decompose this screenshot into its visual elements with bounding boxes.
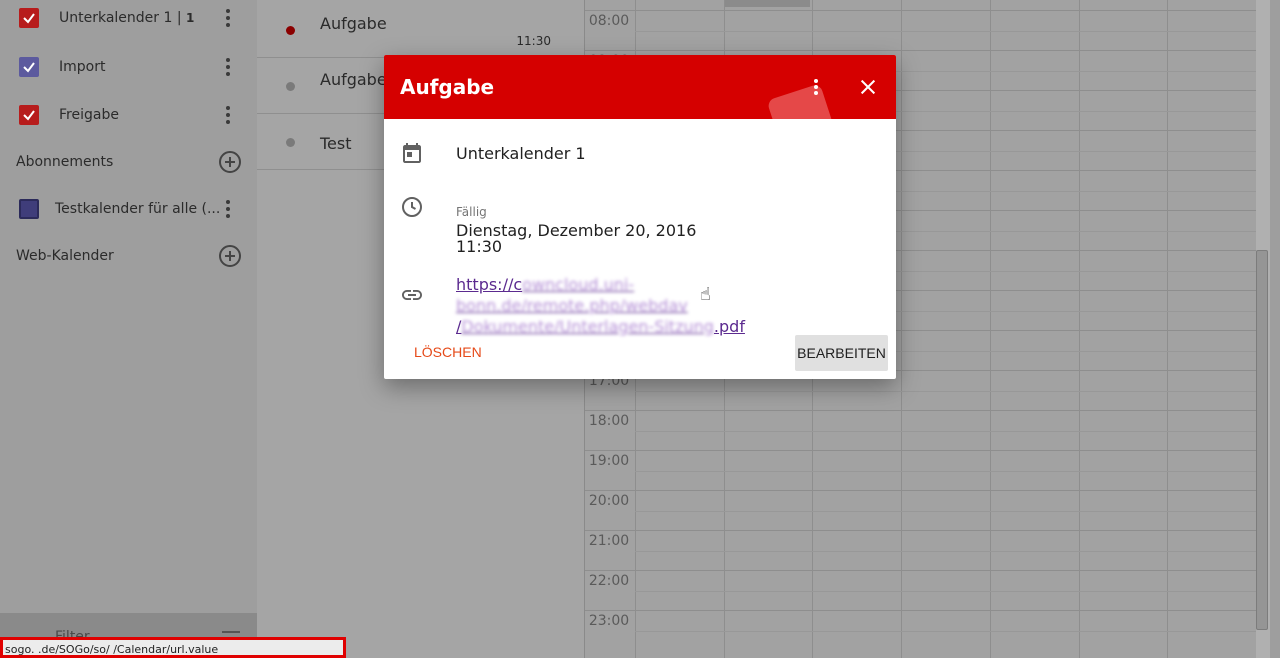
- checkbox-checked-icon[interactable]: [19, 57, 39, 77]
- hand-cursor-icon: ☝: [700, 284, 711, 305]
- sidebar: Unterkalender 1 | 1 Import Freigabe Abon…: [0, 0, 257, 658]
- calendar-item-freigabe[interactable]: Freigabe: [0, 91, 257, 139]
- hour-row[interactable]: 23:00: [585, 610, 1257, 650]
- calendar-item-testkalender[interactable]: Testkalender für alle (...: [0, 185, 257, 233]
- delete-button[interactable]: LÖSCHEN: [414, 344, 482, 360]
- hour-row[interactable]: 18:00: [585, 410, 1257, 450]
- hour-label: 08:00: [588, 13, 630, 29]
- edit-button[interactable]: BEARBEITEN: [795, 335, 888, 371]
- scrollbar-thumb[interactable]: [1256, 250, 1268, 630]
- checkbox-checked-icon[interactable]: [19, 105, 39, 125]
- status-url: sogo. .de/SOGo/so/ /Calendar/url.value: [5, 643, 219, 656]
- calendar-event[interactable]: [725, 0, 810, 7]
- calendar-name: Unterkalender 1: [456, 144, 586, 163]
- hour-label: 22:00: [588, 573, 630, 589]
- hour-label: 18:00: [588, 413, 630, 429]
- hour-row[interactable]: 22:00: [585, 570, 1257, 610]
- calendar-label: Import: [59, 59, 106, 75]
- hour-row[interactable]: 08:00: [585, 10, 1257, 50]
- subscriptions-header: Abonnements: [0, 138, 257, 186]
- task-priority-dot: [286, 26, 295, 35]
- task-priority-dot: [286, 82, 295, 91]
- more-vert-icon[interactable]: [222, 6, 234, 30]
- more-vert-icon[interactable]: [222, 103, 234, 127]
- webcal-label: Web-Kalender: [16, 248, 114, 264]
- hour-row[interactable]: 20:00: [585, 490, 1257, 530]
- add-circle-icon[interactable]: [219, 151, 241, 173]
- add-circle-icon[interactable]: [219, 245, 241, 267]
- calendar-item-unterkalender[interactable]: Unterkalender 1 | 1: [0, 0, 257, 42]
- task-dialog: Aufgabe Unterkalender 1 Fällig Dienstag,…: [384, 55, 896, 379]
- hour-label: 19:00: [588, 453, 630, 469]
- more-vert-icon[interactable]: [222, 55, 234, 79]
- task-name: Aufgabe: [320, 14, 387, 33]
- calendar-count: 1: [186, 11, 195, 25]
- checkbox-checked-icon[interactable]: [19, 8, 39, 28]
- task-time: 11:30: [516, 34, 551, 48]
- more-vert-icon[interactable]: [807, 75, 825, 99]
- due-datetime: Dienstag, Dezember 20, 2016 11:30: [456, 223, 696, 255]
- task-item[interactable]: Aufgabe 11:30: [257, 2, 584, 58]
- hour-label: 20:00: [588, 493, 630, 509]
- clock-icon: [402, 197, 422, 217]
- task-name: Test: [320, 134, 352, 153]
- calendar-label: Testkalender für alle (...: [55, 201, 221, 217]
- due-time: 11:30: [456, 237, 503, 256]
- calendar-label: Freigabe: [59, 107, 119, 123]
- calendar-icon: [403, 143, 421, 163]
- hour-row[interactable]: 19:00: [585, 450, 1257, 490]
- dialog-header: Aufgabe: [384, 55, 896, 119]
- link-icon: [402, 290, 422, 300]
- due-label: Fällig: [456, 205, 487, 219]
- attachment-url-link[interactable]: https://cowncloud.uni-bonn.de/remote.php…: [456, 274, 856, 337]
- more-vert-icon[interactable]: [222, 197, 234, 221]
- hour-label: 23:00: [588, 613, 630, 629]
- close-icon[interactable]: [856, 75, 880, 99]
- calendar-item-import[interactable]: Import: [0, 43, 257, 91]
- task-priority-dot: [286, 138, 295, 147]
- dialog-title: Aufgabe: [400, 75, 495, 99]
- checkbox-unchecked-icon[interactable]: [19, 199, 39, 219]
- task-name: Aufgabe: [320, 70, 387, 89]
- subscriptions-label: Abonnements: [16, 154, 114, 170]
- browser-status-bar: sogo. .de/SOGo/so/ /Calendar/url.value: [0, 637, 346, 658]
- webcal-header: Web-Kalender: [0, 232, 257, 280]
- calendar-label: Unterkalender 1 | 1: [59, 10, 195, 26]
- hour-label: 21:00: [588, 533, 630, 549]
- hour-row[interactable]: 21:00: [585, 530, 1257, 570]
